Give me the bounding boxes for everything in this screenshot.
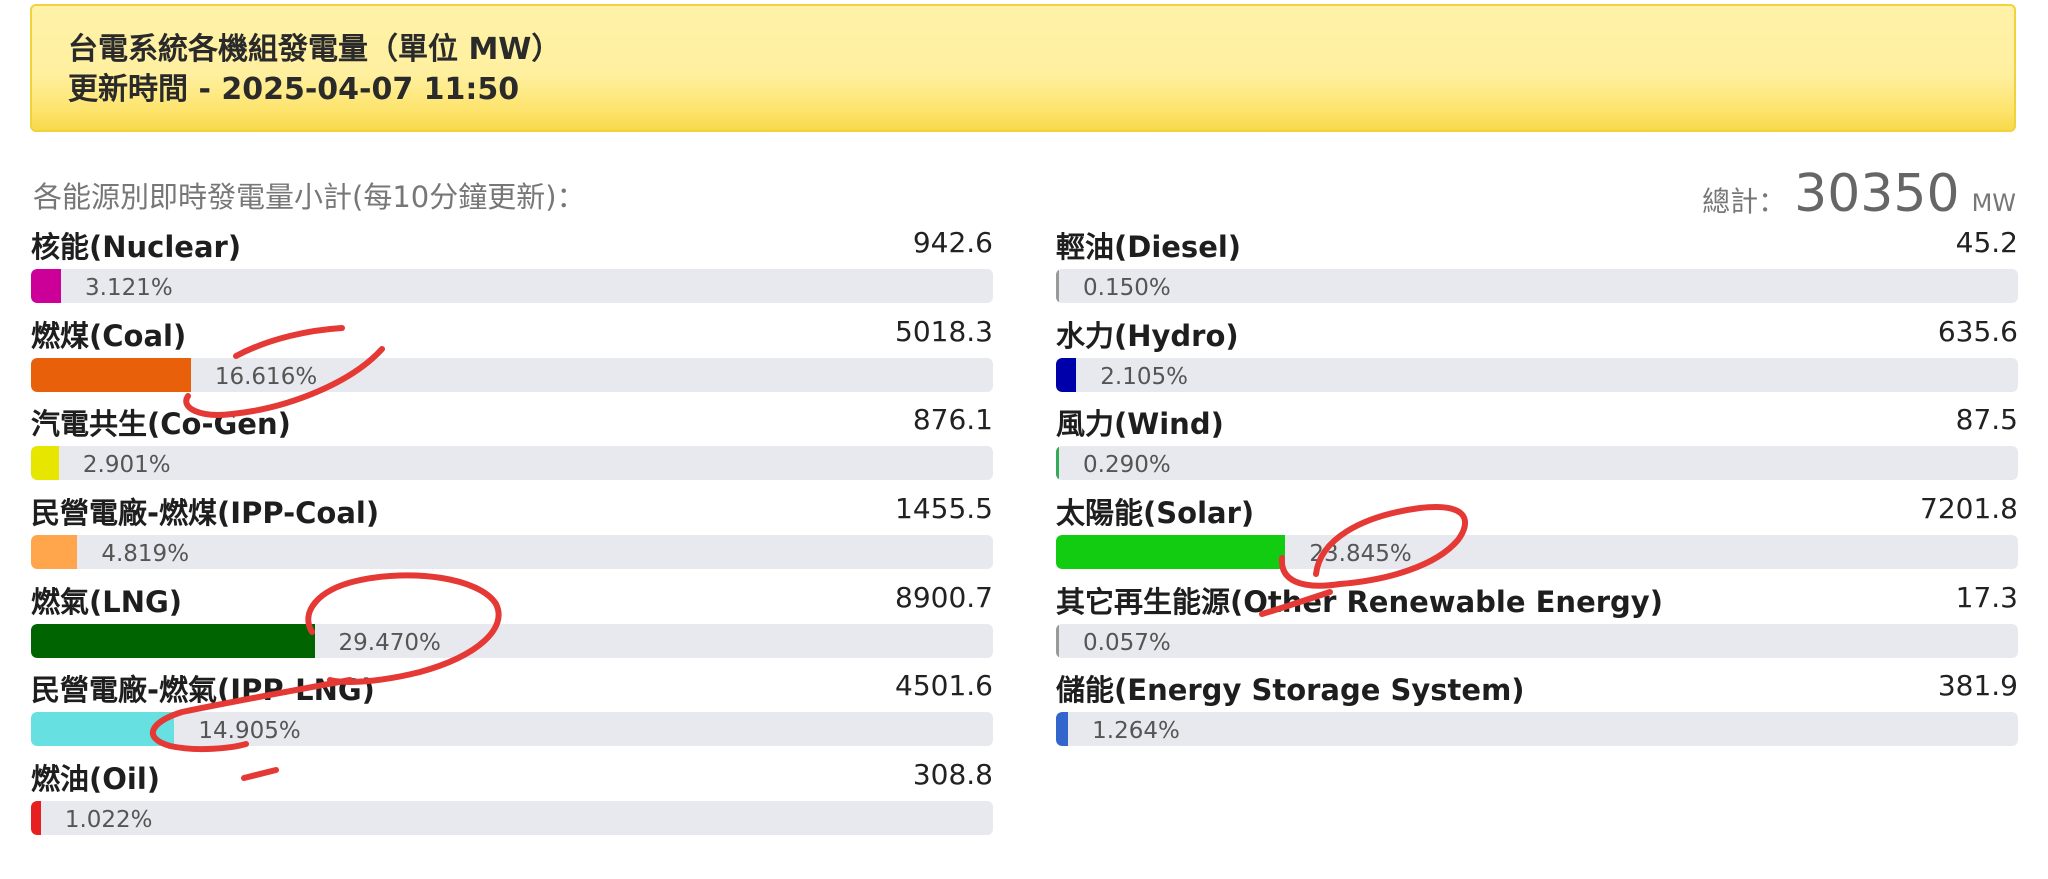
bar-value: 635.6 xyxy=(1937,314,2018,348)
bar-value: 4501.6 xyxy=(895,669,993,703)
bar-track xyxy=(31,446,993,481)
bar-track xyxy=(1056,269,2018,303)
bar-track xyxy=(1056,446,2018,481)
bar-fill xyxy=(31,535,78,570)
bar-fill xyxy=(1056,357,1077,392)
bar-label: 民營電廠-燃煤(IPP-Coal) xyxy=(31,496,380,531)
bar-value: 7201.8 xyxy=(1920,492,2018,526)
bar-row: 燃氣(LNG) 8900.7 29.470% xyxy=(31,579,993,668)
update-time: 更新時間 - 2025-04-07 11:50 xyxy=(68,72,520,107)
bar-track xyxy=(31,269,993,303)
bar-fill xyxy=(31,712,175,747)
bar-row: 輕油(Diesel) 45.2 0.150% xyxy=(1056,224,2018,313)
bar-percent-label: 1.264% xyxy=(1092,718,1180,745)
bar-value: 381.9 xyxy=(1937,669,2018,703)
bar-fill xyxy=(1056,269,1059,303)
left-column: 核能(Nuclear) 942.6 3.121% 燃煤(Coal) 5018.3 16.6… xyxy=(31,224,993,845)
bar-percent-label: 4.819% xyxy=(101,541,190,568)
bar-value: 308.8 xyxy=(912,758,993,792)
bar-fill xyxy=(31,801,41,836)
bar-value: 87.5 xyxy=(1955,403,2018,437)
bar-row: 其它再生能源(Other Renewable Energy) 17.3 0.057% xyxy=(1056,579,2018,668)
bar-fill xyxy=(1056,623,1059,658)
bar-percent-label: 14.905% xyxy=(198,718,301,745)
bar-row: 汽電共生(Co-Gen) 876.1 2.901% xyxy=(31,401,993,490)
bar-label: 核能(Nuclear) xyxy=(31,230,242,264)
bar-fill xyxy=(1056,712,1069,747)
bar-fill xyxy=(31,357,191,392)
subtotal-caption: 各能源別即時發電量小計(每10分鐘更新)： xyxy=(33,180,586,214)
bar-label: 燃煤(Coal) xyxy=(31,318,187,353)
bar-track xyxy=(1056,535,2018,570)
right-column: 輕油(Diesel) 45.2 0.150% 水力(Hydro) 635.6 2.105%… xyxy=(1056,224,2018,756)
bar-percent-label: 3.121% xyxy=(85,275,173,301)
bar-percent-label: 0.150% xyxy=(1083,275,1171,301)
bar-percent-label: 2.105% xyxy=(1100,363,1188,390)
header-banner: 台電系統各機組發電量（單位 MW） 更新時間 - 2025-04-07 11:5… xyxy=(30,4,2016,132)
bar-fill xyxy=(31,269,62,303)
bar-value: 876.1 xyxy=(912,403,993,437)
bar-fill xyxy=(31,446,59,481)
bar-row: 儲能(Energy Storage System) 381.9 1.264% xyxy=(1056,667,2018,756)
bar-label: 輕油(Diesel) xyxy=(1056,230,1242,264)
page-title: 台電系統各機組發電量（單位 MW） xyxy=(68,32,562,67)
bar-percent-label: 1.022% xyxy=(64,807,153,834)
bar-label: 太陽能(Solar) xyxy=(1056,496,1255,531)
bar-label: 水力(Hydro) xyxy=(1056,318,1239,353)
total-display: 總計： 30350 MW xyxy=(1702,164,2016,224)
bar-percent-label: 16.616% xyxy=(214,363,318,390)
bar-row: 核能(Nuclear) 942.6 3.121% xyxy=(31,224,993,313)
bar-percent-label: 0.290% xyxy=(1083,452,1171,479)
bar-track xyxy=(31,712,993,747)
bar-fill xyxy=(1056,446,1059,481)
bar-label: 汽電共生(Co-Gen) xyxy=(31,407,291,442)
bar-value: 17.3 xyxy=(1955,580,2018,614)
bar-label: 民營電廠-燃氣(IPP-LNG) xyxy=(31,673,375,708)
bar-row: 太陽能(Solar) 7201.8 23.845% xyxy=(1056,490,2018,579)
bar-label: 燃氣(LNG) xyxy=(31,584,183,619)
total-label: 總計： xyxy=(1702,185,1787,218)
bar-percent-label: 2.901% xyxy=(82,452,171,479)
bar-row: 燃油(Oil) 308.8 1.022% xyxy=(31,756,993,845)
bar-track xyxy=(1056,357,2018,392)
bar-value: 5018.3 xyxy=(895,314,993,348)
bar-row: 水力(Hydro) 635.6 2.105% xyxy=(1056,313,2018,402)
bar-label: 儲能(Energy Storage System) xyxy=(1056,673,1525,708)
bar-percent-label: 0.057% xyxy=(1083,629,1171,656)
bar-value: 8900.7 xyxy=(895,580,993,614)
bar-label: 風力(Wind) xyxy=(1056,407,1224,442)
bar-track xyxy=(31,623,993,658)
bar-value: 1455.5 xyxy=(895,492,993,526)
bar-track xyxy=(1056,623,2018,658)
bar-track xyxy=(31,357,993,392)
total-value: 30350 xyxy=(1794,164,1960,224)
bar-fill xyxy=(1056,535,1286,570)
bar-percent-label: 29.470% xyxy=(338,629,441,656)
bar-row: 民營電廠-燃氣(IPP-LNG) 4501.6 14.905% xyxy=(31,667,993,756)
bar-fill xyxy=(31,623,315,658)
bar-track xyxy=(31,801,993,836)
bar-value: 942.6 xyxy=(912,226,993,259)
bar-track xyxy=(1056,712,2018,747)
bar-percent-label: 23.845% xyxy=(1309,541,1412,568)
bar-row: 燃煤(Coal) 5018.3 16.616% xyxy=(31,313,993,402)
bar-row: 民營電廠-燃煤(IPP-Coal) 1455.5 4.819% xyxy=(31,490,993,579)
total-unit: MW xyxy=(1971,189,2016,217)
bar-label: 其它再生能源(Other Renewable Energy) xyxy=(1056,584,1663,619)
bar-value: 45.2 xyxy=(1955,226,2018,259)
bar-row: 風力(Wind) 87.5 0.290% xyxy=(1056,401,2018,490)
bar-label: 燃油(Oil) xyxy=(31,762,161,797)
